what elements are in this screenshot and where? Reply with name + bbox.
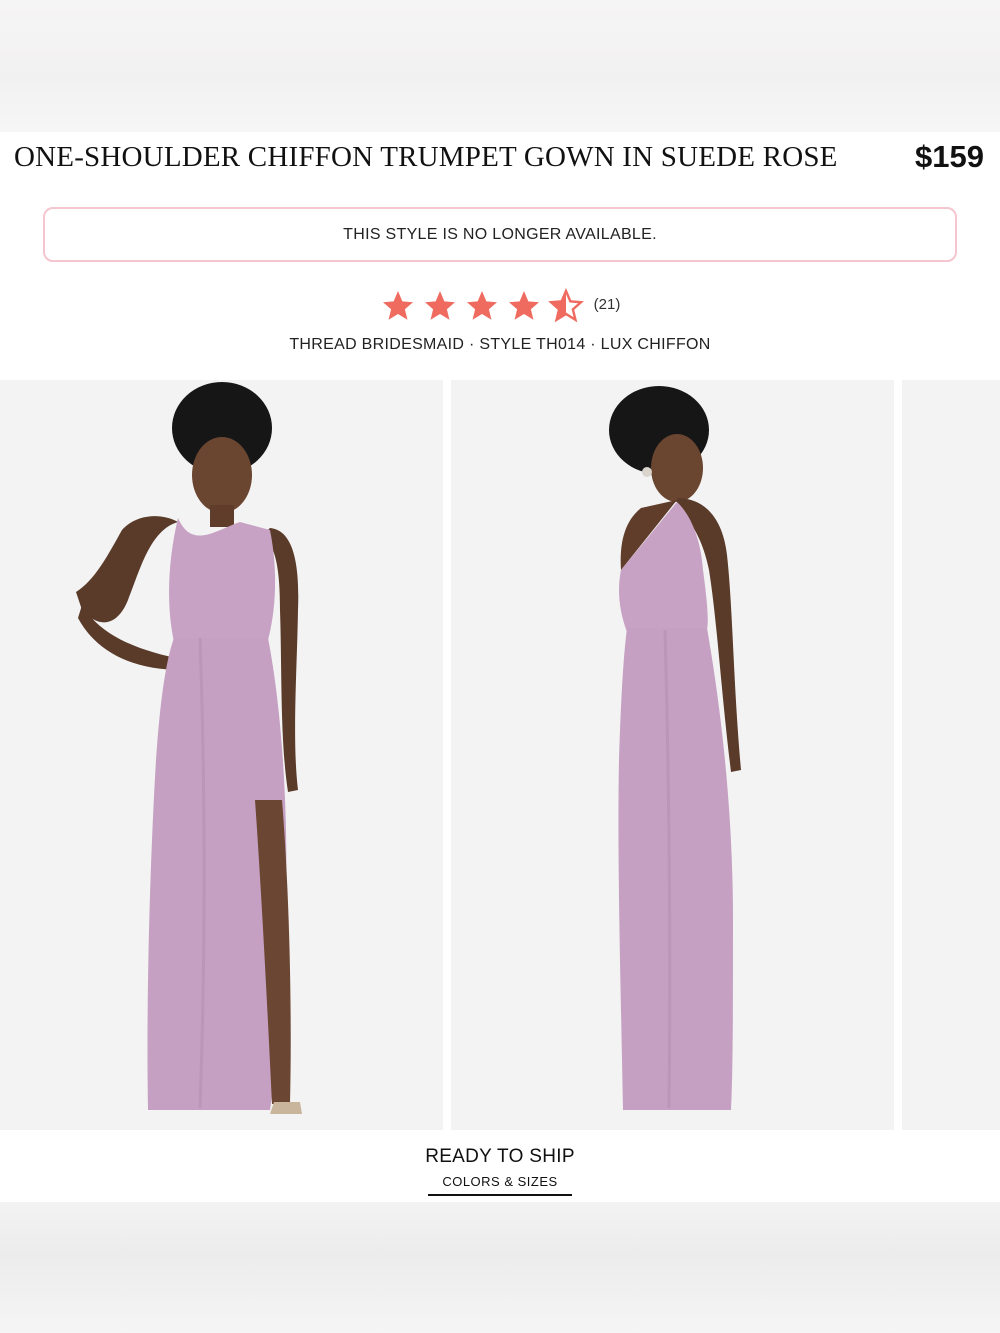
star-icon [424, 291, 455, 320]
star-icon [466, 291, 497, 320]
ready-to-ship-label: READY TO SHIP [425, 1146, 575, 1167]
product-title: ONE-SHOULDER CHIFFON TRUMPET GOWN IN SUE… [14, 140, 838, 173]
star-icon [508, 291, 539, 320]
product-meta: THREAD BRIDESMAID · STYLE TH014 · LUX CH… [289, 336, 711, 353]
rating-row[interactable]: (21) [0, 286, 1000, 326]
half-star-icon [547, 288, 584, 323]
unavailable-notice: THIS STYLE IS NO LONGER AVAILABLE. [43, 207, 957, 262]
review-count[interactable]: (21) [594, 296, 621, 313]
product-price: $159 [915, 139, 984, 174]
colors-sizes-link[interactable]: COLORS & SIZES [428, 1174, 572, 1196]
product-header: ONE-SHOULDER CHIFFON TRUMPET GOWN IN SUE… [0, 132, 1000, 182]
product-photo-next[interactable] [902, 380, 1000, 1130]
top-background [0, 0, 1000, 132]
shipping-section: READY TO SHIP COLORS & SIZES [0, 1146, 1000, 1196]
bottom-background [0, 1202, 1000, 1333]
front-view-illustration [76, 382, 302, 1114]
back-view-illustration [609, 386, 741, 1110]
product-photo-back[interactable] [451, 380, 894, 1130]
product-gallery[interactable] [0, 380, 1000, 1130]
star-icon [382, 291, 413, 320]
product-photo-front[interactable] [0, 380, 443, 1130]
star-rating [380, 288, 584, 324]
unavailable-notice-text: THIS STYLE IS NO LONGER AVAILABLE. [343, 225, 657, 243]
